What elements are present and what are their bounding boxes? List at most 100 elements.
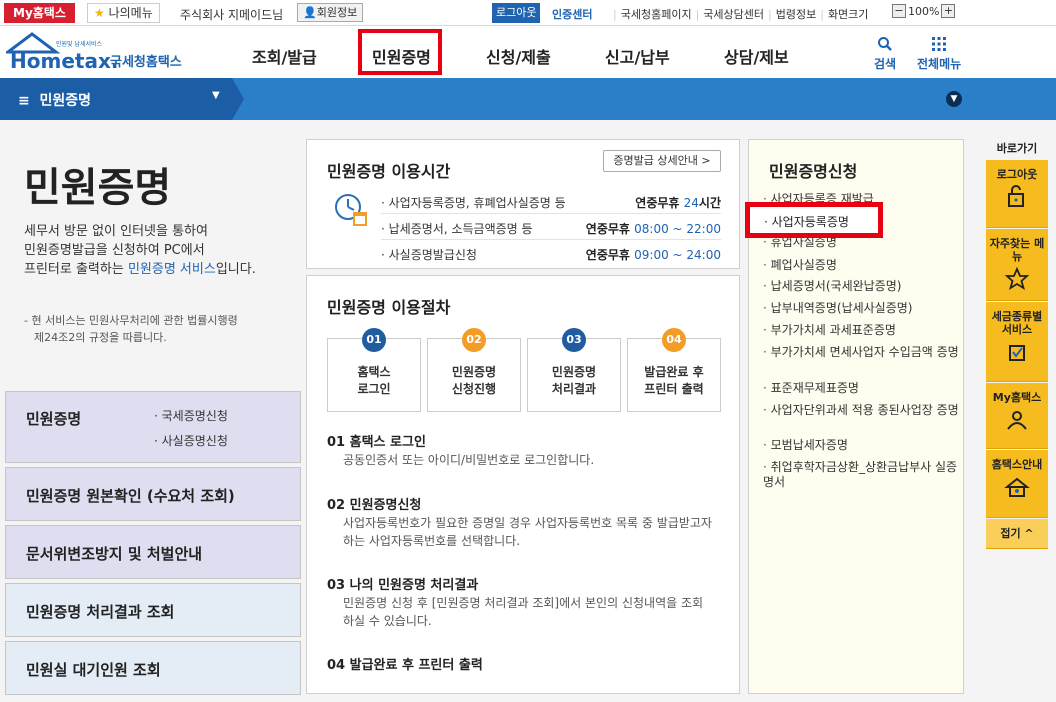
section-heading: 02 민원증명신청 <box>327 498 422 513</box>
usage-time-panel: 민원증명 이용시간 증명발급 상세안내 > · 사업자등록증명, 휴폐업사실증명… <box>306 139 740 269</box>
service-link[interactable]: 민원증명 서비스 <box>128 262 216 277</box>
zoom-control: −100% + <box>890 4 957 18</box>
legal-note: - 현 서비스는 민원사무처리에 관한 법률시행령 제24조2의 규정을 따릅니… <box>24 312 294 346</box>
time-row: · 사실증명발급신청 연중무휴 09:00 ~ 24:00 <box>381 240 721 266</box>
time-row-prefix: 연중무휴 <box>635 196 684 210</box>
quick-item-label: 홈택스안내 <box>991 458 1043 471</box>
apply-title: 민원증명신청 <box>769 162 858 181</box>
svg-text:민원및 납세서비스: 민원및 납세서비스 <box>56 40 103 48</box>
national-tax-cert-link[interactable]: · 국세증명신청 <box>154 407 228 424</box>
step-number-badge: 03 <box>562 328 586 352</box>
usage-procedure-panel: 민원증명 이용절차 홈택스 로그인 01 민원증명 신청진행 02 민원증명 처리결과… <box>306 275 740 694</box>
breadcrumb-arrow-icon <box>232 78 244 120</box>
top-utility-bar: My홈택스 ★ 나의메뉴 주식회사 지메이드님 👤회원정보 로그아웃 인증센터 … <box>0 0 1056 26</box>
step-line-2: 로그인 <box>357 382 391 396</box>
step-line-1: 홈택스 <box>357 365 391 379</box>
nav-inquiry-issue[interactable]: 조회/발급 <box>252 44 317 68</box>
desc-line-3: 프린터로 출력하는 <box>24 262 128 277</box>
list-item[interactable]: · 사업자단위과세 적용 종된사업장 증명 <box>763 403 959 418</box>
list-item[interactable]: · 납부내역증명(납세사실증명) <box>763 301 959 316</box>
desc-line-2: 민원증명발급을 신청하여 PC에서 <box>24 243 205 258</box>
civil-cert-box-title[interactable]: 민원증명 <box>26 408 81 429</box>
time-row-label: · 사실증명발급신청 <box>381 248 477 262</box>
list-item[interactable]: · 부가가치세 과세표준증명 <box>763 323 959 338</box>
time-row-label: · 납세증명서, 소득금액증명 등 <box>381 222 533 236</box>
quick-my-hometax-button[interactable]: My홈택스 <box>986 383 1048 449</box>
search-button[interactable]: 검색 <box>874 36 896 72</box>
zoom-out-button[interactable]: − <box>892 4 906 18</box>
list-item[interactable]: · 표준재무제표증명 <box>763 381 959 396</box>
house-logo-icon: Hometax. 민원및 납세서비스 국세청홈택스 <box>3 32 182 73</box>
page-description: 세무서 방문 없이 인터넷을 통하여 민원증명발급을 신청하여 PC에서 프린터… <box>24 222 294 279</box>
member-info-button[interactable]: 👤회원정보 <box>297 3 364 22</box>
time-row-unit: 시간 <box>698 196 721 210</box>
quick-logout-button[interactable]: 로그아웃 <box>986 160 1048 228</box>
nav-apply-submit[interactable]: 신청/제출 <box>486 44 551 68</box>
forgery-prevention-button[interactable]: 문서위변조방지 및 처벌안내 <box>5 525 301 579</box>
cert-detail-button[interactable]: 증명발급 상세안내 > <box>603 150 721 172</box>
law-info-link[interactable]: 법령정보 <box>774 8 818 21</box>
member-info-label: 회원정보 <box>316 6 358 19</box>
step-number-badge: 04 <box>662 328 686 352</box>
highlighted-business-reg-cert[interactable]: · 사업자등록증명 <box>745 202 883 238</box>
waiting-count-button[interactable]: 민원실 대기인원 조회 <box>5 641 301 695</box>
step-line-2: 처리결과 <box>551 382 597 396</box>
star-outline-icon <box>1004 267 1030 290</box>
my-menu-button[interactable]: ★ 나의메뉴 <box>87 3 160 23</box>
caret-down-icon: ▼ <box>212 90 220 101</box>
person-icon <box>1007 411 1027 430</box>
svg-text:Hometax.: Hometax. <box>10 49 118 73</box>
search-label: 검색 <box>874 57 897 71</box>
tax-consult-link[interactable]: 국세상담센터 <box>701 8 766 21</box>
quick-hometax-guide-button[interactable]: 홈택스안내 <box>986 450 1048 518</box>
time-row-prefix: 연중무휴 <box>585 222 635 236</box>
quick-favorite-menu-button[interactable]: 자주찾는 메뉴 <box>986 229 1048 301</box>
list-item[interactable]: · 납세증명서(국세완납증명) <box>763 279 959 294</box>
my-hometax-button[interactable]: My홈택스 <box>4 3 75 23</box>
time-row-label: · 사업자등록증명, 휴폐업사실증명 등 <box>381 196 566 210</box>
quick-menu-title: 바로가기 <box>996 142 1038 155</box>
sub-menu-dropdown[interactable]: ≡ 민원증명 ▼ <box>0 78 232 120</box>
note-line-1: - 현 서비스는 민원사무처리에 관한 법률시행령 <box>24 314 238 327</box>
chevron-down-icon[interactable]: ▼ <box>946 91 962 107</box>
time-row-value: 24 <box>683 196 699 210</box>
cert-center-link[interactable]: 인증센터 <box>552 6 592 22</box>
procedure-title: 민원증명 이용절차 <box>327 298 451 317</box>
top-links: | 국세청홈페이지 | 국세상담센터 | 법령정보 | 화면크기 <box>613 8 869 21</box>
time-row-prefix: 연중무휴 <box>585 248 635 262</box>
hometax-logo[interactable]: Hometax. 민원및 납세서비스 국세청홈택스 <box>3 30 191 76</box>
fact-cert-link[interactable]: · 사실증명신청 <box>154 432 228 449</box>
nav-report-pay[interactable]: 신고/납부 <box>605 44 670 68</box>
nav-consult-report[interactable]: 상담/제보 <box>724 44 789 68</box>
step-number-badge: 01 <box>362 328 386 352</box>
step-line-1: 민원증명 <box>551 365 597 379</box>
nts-homepage-link[interactable]: 국세청홈페이지 <box>619 8 694 21</box>
desc-tail: 입니다. <box>215 262 256 277</box>
quick-item-label: 로그아웃 <box>996 168 1038 181</box>
all-menu-button[interactable]: 전체메뉴 <box>917 36 961 72</box>
list-item[interactable]: · 모범납세자증명 <box>763 438 959 453</box>
time-row: · 사업자등록증명, 휴폐업사실증명 등 연중무휴 24시간 <box>381 188 721 214</box>
section-desc: 민원증명 신청 후 [민원증명 처리결과 조회]에서 본인의 신청내역을 조회 하… <box>343 596 704 628</box>
sub-navigation-bar: ≡ 민원증명 ▼ ▼ <box>0 78 1056 120</box>
menu-icon: ≡ <box>18 93 30 109</box>
step-line-2: 프린터 출력 <box>644 382 704 396</box>
highlight-label: · 사업자등록증명 <box>764 215 849 229</box>
step-line-1: 발급완료 후 <box>644 365 704 379</box>
original-check-button[interactable]: 민원증명 원본확인 (수요처 조회) <box>5 467 301 521</box>
time-row-value: 09:00 ~ 24:00 <box>634 248 721 262</box>
list-item[interactable]: · 부가가치세 면세사업자 수입금액 증명 <box>763 345 959 360</box>
civil-cert-menu-box: 민원증명 · 국세증명신청 · 사실증명신청 <box>5 391 301 463</box>
quick-fold-button[interactable]: 접기 ^ <box>986 519 1048 549</box>
quick-tax-type-service-button[interactable]: 세금종류별 서비스 <box>986 302 1048 382</box>
step-line-1: 민원증명 <box>451 365 497 379</box>
search-icon <box>878 37 892 51</box>
grid-icon <box>932 37 947 51</box>
logout-button[interactable]: 로그아웃 <box>492 3 541 23</box>
list-item[interactable]: · 폐업사실증명 <box>763 258 959 273</box>
all-menu-label: 전체메뉴 <box>917 57 962 71</box>
nav-active-highlight <box>358 29 442 75</box>
list-item[interactable]: · 취업후학자금상환_상환금납부사 실증명서 <box>763 460 959 490</box>
zoom-in-button[interactable]: + <box>941 4 956 18</box>
process-result-button[interactable]: 민원증명 처리결과 조회 <box>5 583 301 637</box>
